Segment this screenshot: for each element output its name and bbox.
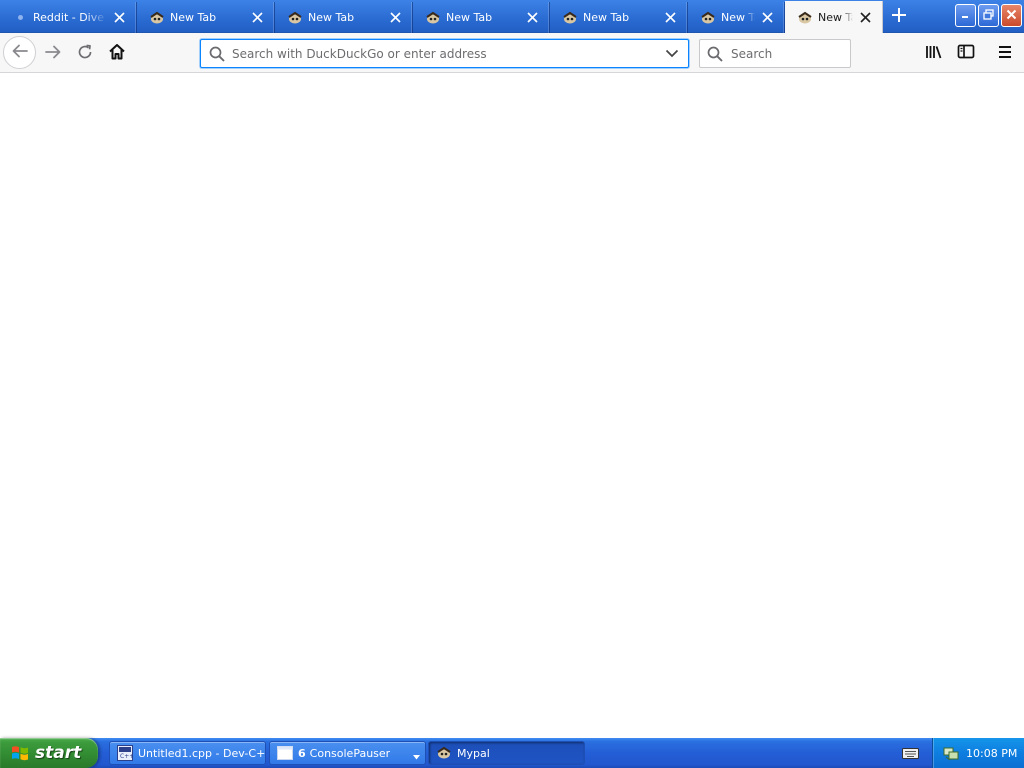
tab-title: New Tab xyxy=(308,11,355,24)
sidebar-icon xyxy=(957,44,975,62)
reload-button[interactable] xyxy=(69,37,101,69)
tab-new-tab-3[interactable]: New Tab xyxy=(413,2,550,33)
hamburger-menu-icon xyxy=(997,45,1013,62)
network-icon[interactable] xyxy=(943,745,959,761)
mypal-icon xyxy=(287,10,303,26)
tab-title: New Tab xyxy=(583,11,630,24)
forward-button[interactable] xyxy=(37,37,69,69)
keyboard-icon[interactable] xyxy=(902,746,919,760)
task-label: Untitled1.cpp - Dev-C++ xyxy=(138,746,265,760)
mypal-icon xyxy=(797,10,813,26)
minimize-button[interactable] xyxy=(955,4,976,27)
console-window-icon xyxy=(277,745,293,761)
dev-cpp-icon: C++ xyxy=(117,745,133,761)
menu-button[interactable] xyxy=(990,37,1020,69)
search-input[interactable] xyxy=(731,42,850,65)
close-tab-icon[interactable] xyxy=(524,10,540,26)
reddit-icon xyxy=(12,10,28,26)
mypal-icon xyxy=(700,10,716,26)
close-icon xyxy=(1006,9,1017,23)
tab-title: New Tab xyxy=(818,11,853,24)
close-tab-icon[interactable] xyxy=(662,10,678,26)
library-button[interactable] xyxy=(919,37,949,69)
close-tab-icon[interactable] xyxy=(857,10,873,26)
tab-new-tab-1[interactable]: New Tab xyxy=(137,2,275,33)
close-tab-icon[interactable] xyxy=(759,10,775,26)
mypal-icon xyxy=(562,10,578,26)
back-button[interactable] xyxy=(3,36,36,69)
task-label: ConsolePauser xyxy=(309,746,391,760)
caret-down-icon xyxy=(413,750,420,763)
svg-text:C++: C++ xyxy=(120,753,133,760)
taskbar: start C++ Untitled1.cpp - Dev-C++ 6 Cons… xyxy=(0,738,1024,768)
windows-flag-icon xyxy=(10,743,30,763)
library-icon xyxy=(925,44,943,63)
taskbar-item-mypal[interactable]: Mypal xyxy=(428,741,585,765)
new-tab-button[interactable] xyxy=(884,2,914,31)
close-window-button[interactable] xyxy=(1001,4,1022,27)
tab-new-tab-4[interactable]: New Tab xyxy=(550,2,688,33)
tab-title: New Tab xyxy=(170,11,217,24)
start-label: start xyxy=(35,743,82,763)
restore-button[interactable] xyxy=(978,4,999,27)
tab-reddit[interactable]: Reddit - Dive into anything xyxy=(0,2,137,33)
sidebar-button[interactable] xyxy=(951,37,981,69)
tab-title: Reddit - Dive into anything xyxy=(33,11,107,24)
taskbar-group-consolepauser[interactable]: 6 ConsolePauser xyxy=(269,741,426,765)
mypal-icon xyxy=(149,10,165,26)
arrow-left-icon xyxy=(11,43,29,62)
close-tab-icon[interactable] xyxy=(387,10,403,26)
restore-icon xyxy=(983,8,994,23)
minimize-icon xyxy=(961,9,971,22)
page-content xyxy=(0,74,1024,738)
start-button[interactable]: start xyxy=(0,738,98,768)
reload-icon xyxy=(77,44,93,63)
home-button[interactable] xyxy=(101,37,133,69)
system-tray: 10:08 PM xyxy=(932,738,1024,768)
task-label: Mypal xyxy=(457,746,490,760)
address-bar[interactable] xyxy=(200,39,689,68)
tab-title: New Tab xyxy=(721,11,755,24)
search-bar[interactable] xyxy=(699,39,851,68)
tab-title: New Tab xyxy=(446,11,493,24)
mypal-icon xyxy=(425,10,441,26)
mypal-icon xyxy=(436,745,452,761)
url-input[interactable] xyxy=(232,42,661,65)
search-icon xyxy=(706,45,724,63)
tab-strip: Reddit - Dive into anything New Tab New … xyxy=(0,0,1024,34)
plus-icon xyxy=(891,7,907,26)
group-count: 6 xyxy=(298,746,306,760)
taskbar-item-devcpp[interactable]: C++ Untitled1.cpp - Dev-C++ xyxy=(109,741,266,765)
tab-new-tab-5[interactable]: New Tab xyxy=(688,2,785,33)
search-icon xyxy=(208,45,226,63)
arrow-right-icon xyxy=(44,44,62,63)
tab-new-tab-active[interactable]: New Tab xyxy=(785,1,883,34)
close-tab-icon[interactable] xyxy=(249,10,265,26)
chevron-down-icon[interactable] xyxy=(661,43,683,65)
navigation-toolbar xyxy=(0,33,1024,73)
tab-new-tab-2[interactable]: New Tab xyxy=(275,2,413,33)
clock: 10:08 PM xyxy=(966,746,1018,760)
close-tab-icon[interactable] xyxy=(111,10,127,26)
home-icon xyxy=(108,43,126,63)
